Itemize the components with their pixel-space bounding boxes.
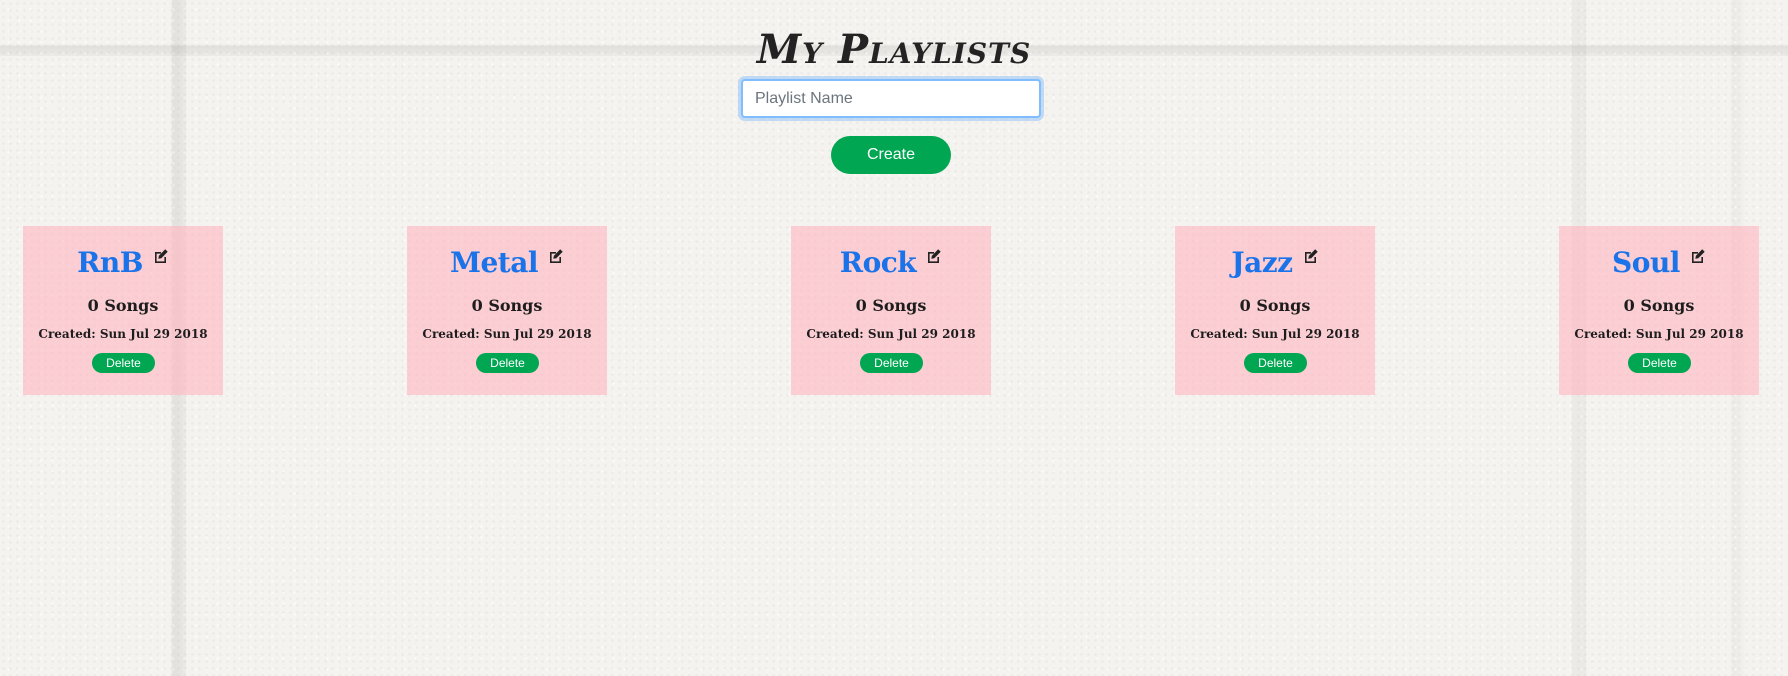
playlist-title[interactable]: RnB xyxy=(77,246,143,279)
playlist-card: Jazz 0 Songs Created: Sun Jul 29 2018 De… xyxy=(1175,226,1375,395)
created-date: Created: Sun Jul 29 2018 xyxy=(422,327,592,341)
song-count: 0 Songs xyxy=(855,296,927,315)
playlist-title[interactable]: Rock xyxy=(840,246,917,279)
create-button[interactable]: Create xyxy=(831,136,951,174)
delete-button[interactable]: Delete xyxy=(92,353,155,373)
edit-icon[interactable] xyxy=(926,248,942,264)
playlist-title-row: Rock xyxy=(791,246,991,279)
edit-icon[interactable] xyxy=(153,248,169,264)
song-count: 0 Songs xyxy=(1239,296,1311,315)
playlist-title[interactable]: Soul xyxy=(1612,246,1680,279)
playlist-title[interactable]: Metal xyxy=(450,246,539,279)
playlist-title-row: Metal xyxy=(407,246,607,279)
page-title: My Playlists xyxy=(756,26,1032,73)
created-date: Created: Sun Jul 29 2018 xyxy=(806,327,976,341)
playlist-title[interactable]: Jazz xyxy=(1231,246,1293,279)
playlist-title-row: Soul xyxy=(1559,246,1759,279)
playlist-card: Soul 0 Songs Created: Sun Jul 29 2018 De… xyxy=(1559,226,1759,395)
delete-button[interactable]: Delete xyxy=(860,353,923,373)
playlist-title-row: Jazz xyxy=(1175,246,1375,279)
created-date: Created: Sun Jul 29 2018 xyxy=(38,327,208,341)
song-count: 0 Songs xyxy=(1623,296,1695,315)
playlist-card: Metal 0 Songs Created: Sun Jul 29 2018 D… xyxy=(407,226,607,395)
song-count: 0 Songs xyxy=(87,296,159,315)
edit-icon[interactable] xyxy=(1690,248,1706,264)
delete-button[interactable]: Delete xyxy=(476,353,539,373)
delete-button[interactable]: Delete xyxy=(1628,353,1691,373)
edit-icon[interactable] xyxy=(548,248,564,264)
delete-button[interactable]: Delete xyxy=(1244,353,1307,373)
created-date: Created: Sun Jul 29 2018 xyxy=(1190,327,1360,341)
playlist-card: Rock 0 Songs Created: Sun Jul 29 2018 De… xyxy=(791,226,991,395)
playlist-name-input[interactable] xyxy=(741,79,1041,118)
created-date: Created: Sun Jul 29 2018 xyxy=(1574,327,1744,341)
playlist-card: RnB 0 Songs Created: Sun Jul 29 2018 Del… xyxy=(23,226,223,395)
playlist-title-row: RnB xyxy=(23,246,223,279)
song-count: 0 Songs xyxy=(471,296,543,315)
edit-icon[interactable] xyxy=(1303,248,1319,264)
